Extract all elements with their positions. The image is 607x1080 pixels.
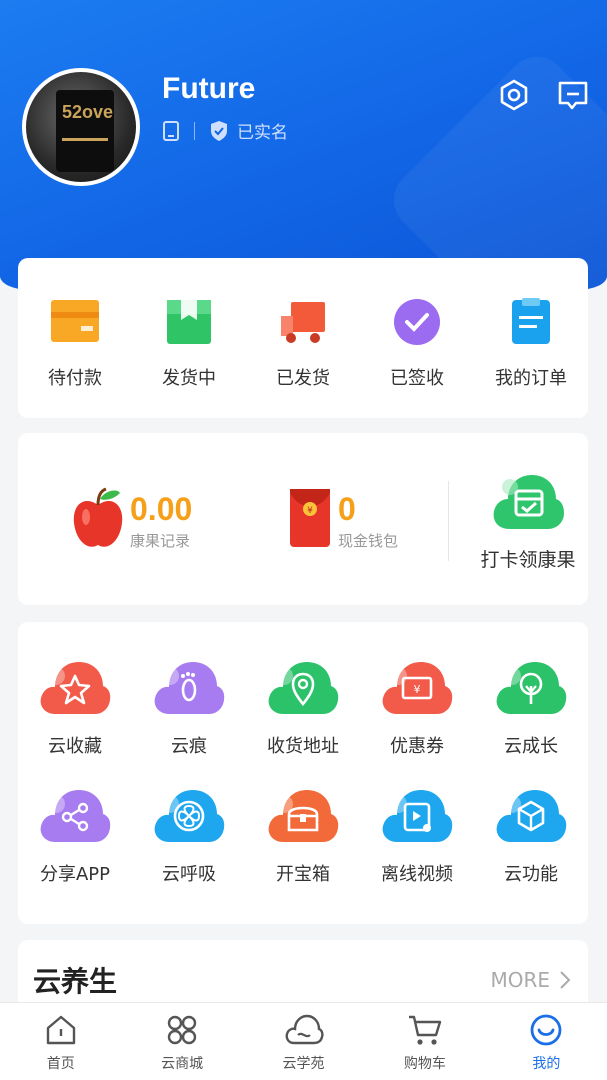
tab-mall[interactable]: 云商城 — [121, 1003, 242, 1080]
order-label: 发货中 — [162, 368, 216, 389]
check-circle-icon — [394, 299, 440, 345]
cube-icon — [496, 790, 567, 842]
tree-icon — [496, 662, 567, 714]
tab-mine[interactable]: 我的 — [486, 1003, 607, 1080]
message-icon[interactable] — [556, 78, 590, 112]
assets-card: 0.00 康果记录 ¥ 0 现金钱包 打卡领康果 — [18, 433, 588, 605]
username: Future — [162, 72, 256, 105]
service-item[interactable]: 云痕 — [132, 656, 246, 784]
tab-label: 云学苑 — [282, 1056, 325, 1072]
my-orders[interactable]: 我的订单 — [481, 298, 581, 418]
bottom-tab-bar: 首页 云商城 云学苑 购物车 我的 — [0, 1002, 607, 1080]
wallet-label: 现金钱包 — [338, 532, 399, 550]
tab-home[interactable]: 首页 — [0, 1003, 121, 1080]
coupon-icon: ¥ — [382, 662, 453, 714]
service-label: 开宝箱 — [276, 864, 330, 885]
services-grid: 云收藏 云痕 收货地址 ¥ 优惠券 云成长分享APP 云呼吸 开宝箱 离线视频 云功能 — [18, 622, 588, 912]
verified-label: 已实名 — [237, 123, 288, 143]
divider — [448, 481, 449, 561]
checkin-label: 打卡领康果 — [480, 549, 576, 571]
fan-icon — [154, 790, 225, 842]
order-pending-payment[interactable]: 待付款 — [25, 298, 125, 418]
tab-academy[interactable]: 云学苑 — [243, 1003, 364, 1080]
service-label: 云功能 — [504, 864, 558, 885]
service-label: 云成长 — [504, 736, 558, 757]
video-icon — [382, 790, 453, 842]
yen-symbol: ¥ — [307, 506, 313, 516]
home-icon — [46, 1015, 75, 1045]
star-icon — [40, 662, 111, 714]
more-link[interactable]: MORE — [490, 968, 572, 992]
order-label: 我的订单 — [495, 368, 567, 389]
service-item[interactable]: 离线视频 — [360, 784, 474, 912]
tab-label: 购物车 — [403, 1056, 446, 1072]
points-record[interactable]: 0.00 康果记录 — [130, 491, 192, 551]
location-icon — [268, 662, 339, 714]
service-label: 云痕 — [171, 736, 207, 757]
red-envelope-icon: ¥ — [290, 489, 330, 547]
wallet-icon — [51, 300, 99, 342]
service-label: 分享APP — [39, 864, 111, 885]
checkin-button[interactable]: 打卡领康果 — [468, 471, 588, 572]
grid-icon — [167, 1015, 197, 1045]
service-item[interactable]: 分享APP — [18, 784, 132, 912]
treasure-chest-icon — [268, 790, 339, 842]
tab-label: 我的 — [532, 1056, 561, 1072]
truck-icon — [281, 302, 325, 343]
footprint-icon — [154, 662, 225, 714]
cash-wallet[interactable]: 0 现金钱包 — [338, 491, 398, 551]
service-item[interactable]: 开宝箱 — [246, 784, 360, 912]
order-label: 待付款 — [48, 368, 102, 389]
avatar-cup-text: 52ove — [62, 102, 114, 122]
verified-shield-icon — [211, 120, 227, 141]
tab-label: 云商城 — [161, 1056, 204, 1072]
share-icon — [40, 790, 111, 842]
service-item[interactable]: ¥ 优惠券 — [360, 656, 474, 784]
tab-cart[interactable]: 购物车 — [364, 1003, 485, 1080]
order-received[interactable]: 已签收 — [367, 298, 467, 418]
section-title: 云养生 — [33, 965, 118, 998]
service-item[interactable]: 收货地址 — [246, 656, 360, 784]
service-label: 离线视频 — [381, 864, 453, 885]
points-label: 康果记录 — [130, 532, 191, 550]
more-label: MORE — [490, 968, 550, 992]
order-shipped[interactable]: 已发货 — [253, 298, 353, 418]
service-item[interactable]: 云功能 — [474, 784, 588, 912]
cloud-icon — [285, 1014, 324, 1045]
order-label: 已发货 — [276, 368, 330, 389]
cart-icon — [408, 1015, 442, 1045]
orders-card: 待付款 发货中 已发货 已签收 我的订单 — [18, 258, 588, 418]
service-label: 云呼吸 — [162, 864, 216, 885]
profile-status-row: 已实名 — [162, 118, 288, 143]
service-label: 收货地址 — [267, 736, 339, 757]
order-label: 已签收 — [390, 368, 444, 389]
service-item[interactable]: 云呼吸 — [132, 784, 246, 912]
calendar-check-icon — [493, 475, 564, 529]
chevron-right-icon — [560, 971, 571, 989]
wallet-value: 0 — [338, 491, 356, 527]
tab-label: 首页 — [46, 1056, 75, 1072]
profile-smile-icon — [530, 1014, 562, 1046]
settings-hex-icon[interactable] — [497, 78, 531, 112]
points-value: 0.00 — [130, 491, 193, 527]
order-list-icon — [512, 298, 550, 344]
services-card: 云收藏 云痕 收货地址 ¥ 优惠券 云成长分享APP 云呼吸 开宝箱 离线视频 云功能 — [18, 622, 588, 924]
apple-icon — [73, 487, 123, 547]
order-shipping[interactable]: 发货中 — [139, 298, 239, 418]
service-label: 云收藏 — [48, 736, 102, 757]
service-label: 优惠券 — [390, 736, 444, 757]
service-item[interactable]: 云收藏 — [18, 656, 132, 784]
svg-text:¥: ¥ — [414, 683, 421, 696]
profile-header: 52ove Future 已实名 — [0, 0, 607, 290]
avatar[interactable]: 52ove — [22, 68, 140, 186]
package-icon — [167, 300, 211, 344]
phone-icon[interactable] — [162, 120, 180, 141]
service-item[interactable]: 云成长 — [474, 656, 588, 784]
